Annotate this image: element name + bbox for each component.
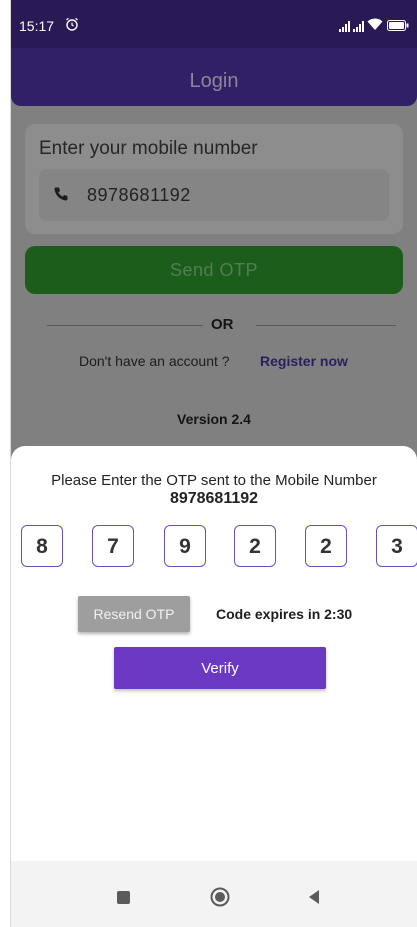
divider-right (256, 325, 396, 326)
mobile-number-label: Enter your mobile number (39, 138, 258, 159)
screen-edge (0, 0, 11, 927)
otp-digit: 8 (36, 535, 48, 558)
version-label: Version 2.4 (177, 411, 251, 427)
or-separator: OR (211, 316, 234, 333)
battery-icon (387, 20, 409, 31)
otp-digit: 2 (320, 535, 332, 558)
divider-left (47, 325, 203, 326)
otp-digit-box-2[interactable]: 7 (92, 525, 134, 567)
send-otp-button[interactable]: Send OTP (25, 246, 403, 294)
back-icon[interactable] (307, 889, 321, 905)
otp-digit: 9 (179, 535, 191, 558)
mobile-number-field[interactable]: 8978681192 (39, 169, 389, 221)
otp-digit-box-6[interactable]: 3 (376, 525, 417, 567)
recent-apps-icon[interactable] (117, 891, 130, 904)
system-nav-bar (11, 861, 417, 927)
status-bar: 15:17 (11, 0, 417, 48)
resend-otp-label: Resend OTP (93, 606, 175, 622)
otp-digit: 7 (107, 535, 119, 558)
otp-prompt: Please Enter the OTP sent to the Mobile … (51, 472, 377, 489)
home-icon[interactable] (210, 887, 230, 907)
status-time: 15:17 (19, 18, 55, 34)
code-expiry-text: Code expires in 2:30 (216, 606, 353, 622)
register-now-link[interactable]: Register now (260, 353, 348, 369)
otp-digit-box-3[interactable]: 9 (164, 525, 206, 567)
alarm-icon (66, 17, 78, 31)
phone-screen: 15:17 Login Enter your mobile number 897… (11, 0, 417, 927)
no-account-text: Don't have an account ? (79, 353, 230, 369)
page-title: Login (189, 70, 239, 92)
phone-icon (54, 187, 68, 201)
wifi-icon (367, 18, 383, 30)
otp-digit: 3 (391, 535, 403, 558)
otp-bottom-sheet: Please Enter the OTP sent to the Mobile … (11, 446, 417, 927)
otp-mobile-number: 8978681192 (169, 490, 259, 507)
resend-otp-button[interactable]: Resend OTP (78, 596, 190, 632)
verify-button[interactable]: Verify (114, 647, 326, 689)
mobile-number-value: 8978681192 (87, 185, 191, 205)
mobile-number-card: Enter your mobile number 8978681192 (25, 124, 403, 234)
verify-label: Verify (201, 660, 239, 677)
otp-digit-box-1[interactable]: 8 (21, 525, 63, 567)
send-otp-label: Send OTP (169, 260, 259, 280)
app-bar: Login (11, 48, 417, 106)
otp-digit: 2 (249, 535, 261, 558)
otp-digit-box-4[interactable]: 2 (234, 525, 276, 567)
otp-digit-box-5[interactable]: 2 (305, 525, 347, 567)
